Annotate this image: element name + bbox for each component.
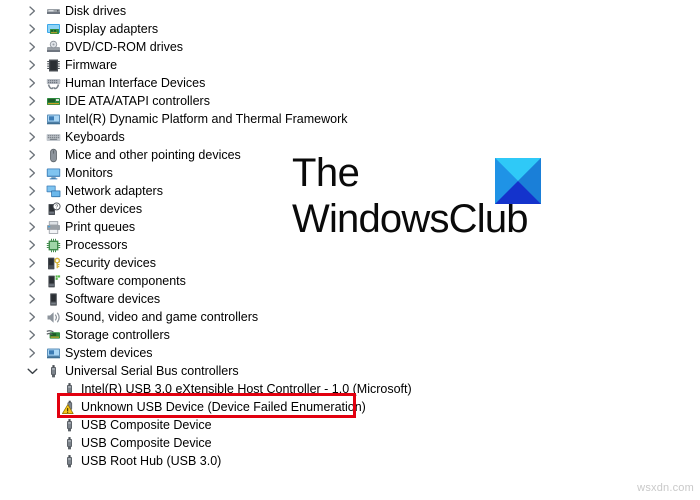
chevron-down-icon[interactable] bbox=[26, 362, 38, 380]
monitor-icon bbox=[46, 166, 61, 181]
tree-row[interactable]: Software components bbox=[0, 272, 700, 290]
tree-row[interactable]: System devices bbox=[0, 344, 700, 362]
tree-row[interactable]: Human Interface Devices bbox=[0, 74, 700, 92]
dvd-drive-icon bbox=[46, 40, 61, 55]
network-adapter-icon bbox=[46, 184, 61, 199]
tree-row[interactable]: Display adapters bbox=[0, 20, 700, 38]
chevron-right-icon[interactable] bbox=[26, 308, 38, 326]
tree-row-label: USB Root Hub (USB 3.0) bbox=[81, 454, 222, 468]
windowsclub-mark-icon bbox=[495, 158, 541, 204]
chevron-right-icon[interactable] bbox=[26, 110, 38, 128]
tree-row-label: Software devices bbox=[65, 292, 161, 306]
tree-row[interactable]: USB Root Hub (USB 3.0) bbox=[0, 452, 700, 470]
tree-row-label: Security devices bbox=[65, 256, 157, 270]
tree-row-label: Display adapters bbox=[65, 22, 159, 36]
chevron-right-icon[interactable] bbox=[26, 146, 38, 164]
chevron-right-icon[interactable] bbox=[26, 254, 38, 272]
chevron-right-icon[interactable] bbox=[26, 218, 38, 236]
usb-icon bbox=[62, 382, 77, 397]
display-adapter-icon bbox=[46, 22, 61, 37]
tree-row-label: Disk drives bbox=[65, 4, 127, 18]
tree-row[interactable]: Sound, video and game controllers bbox=[0, 308, 700, 326]
chevron-right-icon[interactable] bbox=[26, 164, 38, 182]
site-watermark: wsxdn.com bbox=[637, 482, 694, 494]
chevron-right-icon[interactable] bbox=[26, 128, 38, 146]
security-device-icon bbox=[46, 256, 61, 271]
system-device-icon bbox=[46, 112, 61, 127]
tree-row-label: Intel(R) USB 3.0 eXtensible Host Control… bbox=[81, 382, 412, 396]
tree-row[interactable]: Intel(R) USB 3.0 eXtensible Host Control… bbox=[0, 380, 700, 398]
tree-row[interactable]: Intel(R) Dynamic Platform and Thermal Fr… bbox=[0, 110, 700, 128]
tree-row-label: IDE ATA/ATAPI controllers bbox=[65, 94, 210, 108]
software-component-icon bbox=[46, 274, 61, 289]
tree-row[interactable]: IDE ATA/ATAPI controllers bbox=[0, 92, 700, 110]
tree-row[interactable]: Universal Serial Bus controllers bbox=[0, 362, 700, 380]
tree-row-label: Firmware bbox=[65, 58, 118, 72]
chevron-right-icon[interactable] bbox=[26, 92, 38, 110]
tree-row[interactable]: Security devices bbox=[0, 254, 700, 272]
chevron-right-icon[interactable] bbox=[26, 200, 38, 218]
tree-row-label: Keyboards bbox=[65, 130, 125, 144]
usb-icon bbox=[46, 364, 61, 379]
logo-text-the: The bbox=[292, 151, 360, 195]
tree-row[interactable]: DVD/CD-ROM drives bbox=[0, 38, 700, 56]
svg-text:?: ? bbox=[55, 204, 58, 210]
storage-controller-icon bbox=[46, 328, 61, 343]
tree-row-label: Print queues bbox=[65, 220, 136, 234]
sound-controller-icon bbox=[46, 310, 61, 325]
logo-text-windowsclub: WindowsClub bbox=[292, 197, 529, 241]
other-device-icon: ? bbox=[46, 202, 61, 217]
tree-row[interactable]: Keyboards bbox=[0, 128, 700, 146]
tree-row-label: Universal Serial Bus controllers bbox=[65, 364, 239, 378]
firmware-icon bbox=[46, 58, 61, 73]
tree-row-label: Network adapters bbox=[65, 184, 163, 198]
printer-icon bbox=[46, 220, 61, 235]
tree-row-label: Human Interface Devices bbox=[65, 76, 206, 90]
chevron-right-icon[interactable] bbox=[26, 326, 38, 344]
chevron-right-icon[interactable] bbox=[26, 2, 38, 20]
usb-icon bbox=[62, 454, 77, 469]
tree-row-label: USB Composite Device bbox=[81, 418, 212, 432]
usb-icon bbox=[62, 436, 77, 451]
hid-icon bbox=[46, 76, 61, 91]
tree-row-label: Monitors bbox=[65, 166, 113, 180]
chevron-right-icon[interactable] bbox=[26, 74, 38, 92]
usb-warning-icon bbox=[62, 400, 77, 415]
tree-row-label: USB Composite Device bbox=[81, 436, 212, 450]
tree-row-label: Other devices bbox=[65, 202, 143, 216]
tree-row-label: Software components bbox=[65, 274, 186, 288]
system-device-icon bbox=[46, 346, 61, 361]
usb-icon bbox=[62, 418, 77, 433]
chevron-right-icon[interactable] bbox=[26, 20, 38, 38]
chevron-right-icon[interactable] bbox=[26, 344, 38, 362]
ide-controller-icon bbox=[46, 94, 61, 109]
tree-row-label: System devices bbox=[65, 346, 153, 360]
tree-row[interactable]: Firmware bbox=[0, 56, 700, 74]
keyboard-icon bbox=[46, 130, 61, 145]
tree-row-label: Processors bbox=[65, 238, 128, 252]
tree-row-label: Intel(R) Dynamic Platform and Thermal Fr… bbox=[65, 112, 348, 126]
tree-row-label: Sound, video and game controllers bbox=[65, 310, 259, 324]
tree-row[interactable]: Unknown USB Device (Device Failed Enumer… bbox=[0, 398, 700, 416]
tree-row-label: Unknown USB Device (Device Failed Enumer… bbox=[81, 400, 366, 414]
tree-row-label: Mice and other pointing devices bbox=[65, 148, 241, 162]
tree-row[interactable]: Storage controllers bbox=[0, 326, 700, 344]
mouse-icon bbox=[46, 148, 61, 163]
tree-row-label: DVD/CD-ROM drives bbox=[65, 40, 184, 54]
tree-row[interactable]: Disk drives bbox=[0, 2, 700, 20]
chevron-right-icon[interactable] bbox=[26, 38, 38, 56]
chevron-right-icon[interactable] bbox=[26, 182, 38, 200]
windowsclub-logo: The WindowsClub bbox=[292, 151, 552, 255]
tree-row[interactable]: Software devices bbox=[0, 290, 700, 308]
chevron-right-icon[interactable] bbox=[26, 56, 38, 74]
chevron-right-icon[interactable] bbox=[26, 290, 38, 308]
software-device-icon bbox=[46, 292, 61, 307]
disk-drive-icon bbox=[46, 4, 61, 19]
chevron-right-icon[interactable] bbox=[26, 236, 38, 254]
chevron-right-icon[interactable] bbox=[26, 272, 38, 290]
tree-row[interactable]: USB Composite Device bbox=[0, 434, 700, 452]
tree-row[interactable]: USB Composite Device bbox=[0, 416, 700, 434]
tree-row-label: Storage controllers bbox=[65, 328, 170, 342]
processor-icon bbox=[46, 238, 61, 253]
